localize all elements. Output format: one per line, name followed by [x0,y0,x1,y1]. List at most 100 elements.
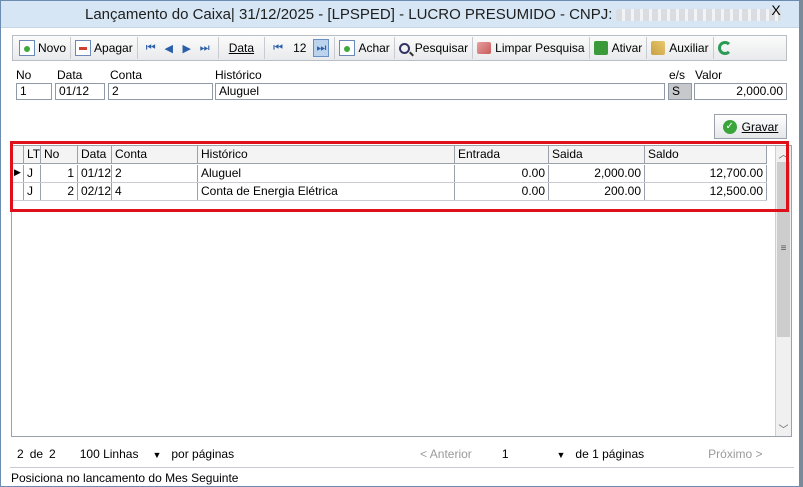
cell-entrada: 0.00 [455,183,549,200]
main-window: Lançamento do Caixa| 31/12/2025 - [LPSPE… [0,0,800,487]
cell-conta: 4 [112,183,198,200]
prev-month-icon[interactable]: ⏮ [270,39,286,57]
data-label: Data [228,41,255,55]
auxiliar-label: Auxiliar [669,41,709,55]
search-icon [398,42,410,54]
header-conta[interactable]: Conta [112,146,198,163]
limpar-pesquisa-button[interactable]: Limpar Pesquisa [473,37,590,59]
cell-saldo: 12,700.00 [645,165,767,182]
page-select[interactable]: 1 ▼ [502,447,566,461]
header-indicator [12,146,24,163]
label-no: No [16,68,32,82]
header-saida[interactable]: Saida [549,146,645,163]
novo-label: Novo [38,41,67,55]
record-nav: ⏮ ◀ ▶ ⏭ [138,37,219,59]
cell-lt: J [24,183,41,200]
header-no[interactable]: No [41,146,78,163]
no-field[interactable]: 1 [16,83,52,100]
data-field[interactable]: 01/12 [55,83,105,100]
next-month-icon[interactable]: ⏭ [313,39,330,57]
anterior-label: Anterior [429,447,472,461]
ativar-label: Ativar [611,41,643,55]
limpar-label: Limpar Pesquisa [495,41,585,55]
month-nav: ⏮ 12 ⏭ [265,37,336,59]
ativar-button[interactable]: Ativar [590,37,648,59]
cnpj-redacted [616,9,782,22]
chevron-down-icon: ▼ [152,450,162,460]
es-field[interactable]: S [668,83,692,100]
label-valor: Valor [695,68,723,82]
check-icon: ✓ [722,119,737,134]
historico-field[interactable]: Aluguel [215,83,665,100]
proximo-button[interactable]: Próximo > [708,447,762,461]
cell-data: 01/12 [78,165,112,182]
pesquisar-button[interactable]: Pesquisar [395,37,474,59]
table-row[interactable]: ▶ J 1 01/12 2 Aluguel 0.00 2,000.00 12,7… [12,165,767,183]
cell-entrada: 0.00 [455,165,549,182]
label-conta: Conta [110,68,143,82]
row-selected-icon: ▶ [12,165,24,182]
pagination-bar: 2 de 2 100 Linhas ▼ por páginas < Anterio… [11,444,792,464]
refresh-button[interactable] [714,37,736,59]
achar-button[interactable]: Achar [335,37,395,59]
header-lt[interactable]: LT [24,146,41,163]
entries-grid[interactable]: LT No Data Conta Histórico Entrada Saida… [11,145,792,437]
novo-button[interactable]: Novo [15,37,72,59]
refresh-icon [717,41,732,55]
gravar-label: Gravar [741,119,779,134]
por-paginas-label: por páginas [171,447,235,461]
cell-lt: J [24,165,41,182]
cell-historico: Conta de Energia Elétrica [198,183,455,200]
page-chevron-down-icon: ▼ [556,450,566,460]
last-record-icon[interactable]: ⏭ [197,39,213,57]
scroll-down-icon[interactable]: ﹀ [776,421,791,436]
label-historico: Histórico [215,68,262,82]
scroll-up-icon[interactable]: ︿ [776,146,791,161]
header-saldo[interactable]: Saldo [645,146,767,163]
valor-field[interactable]: 2,000.00 [694,83,787,100]
per-page-select[interactable]: 100 Linhas ▼ [80,447,162,461]
header-historico[interactable]: Histórico [198,146,455,163]
header-data[interactable]: Data [78,146,112,163]
chevron-left-icon: < [420,447,428,461]
cell-saida: 2,000.00 [549,165,645,182]
next-record-icon[interactable]: ▶ [179,39,195,57]
data-button[interactable]: Data [219,37,266,59]
total-records: 2 [49,447,56,461]
current-record: 2 [17,447,24,461]
label-es: e/s [669,68,686,82]
prev-record-icon[interactable]: ◀ [161,39,177,57]
apagar-label: Apagar [94,41,133,55]
conta-field[interactable]: 2 [108,83,213,100]
page-value: 1 [501,447,509,461]
apagar-button[interactable]: Apagar [71,37,138,59]
activate-icon [593,41,608,55]
vertical-scrollbar[interactable]: ︿ ≡ ﹀ [775,146,791,436]
proximo-label: Próximo [708,447,753,461]
first-record-icon[interactable]: ⏮ [143,39,159,57]
row-indicator [12,183,24,200]
toolbar: Novo Apagar ⏮ ◀ ▶ ⏭ Data ⏮ 12 ⏭ Achar Pe… [12,35,787,61]
cell-saldo: 12,500.00 [645,183,767,200]
achar-label: Achar [358,41,390,55]
close-button[interactable]: X [759,1,793,21]
scroll-grip-icon: ≡ [780,243,787,254]
cell-conta: 2 [112,165,198,182]
gravar-button[interactable]: ✓ Gravar [714,114,787,139]
de-paginas-label: de 1 páginas [575,447,645,461]
per-page-value: 100 Linhas [79,447,139,461]
pesquisar-label: Pesquisar [414,41,469,55]
status-bar: Posiciona no lancamento do Mes Seguinte [10,467,794,487]
wrench-icon [651,41,666,55]
header-entrada[interactable]: Entrada [455,146,549,163]
chevron-right-icon: > [755,447,763,461]
cell-no: 1 [41,165,78,182]
auxiliar-button[interactable]: Auxiliar [647,37,714,59]
new-document-icon [19,40,35,56]
window-title: Lançamento do Caixa| 31/12/2025 - [LPSPE… [85,6,782,23]
anterior-button[interactable]: < Anterior [420,447,472,461]
delete-document-icon [75,40,92,56]
window-title-text: Lançamento do Caixa| 31/12/2025 - [LPSPE… [85,6,613,23]
table-row[interactable]: J 2 02/12 4 Conta de Energia Elétrica 0.… [12,183,767,201]
de-label: de [29,447,44,461]
